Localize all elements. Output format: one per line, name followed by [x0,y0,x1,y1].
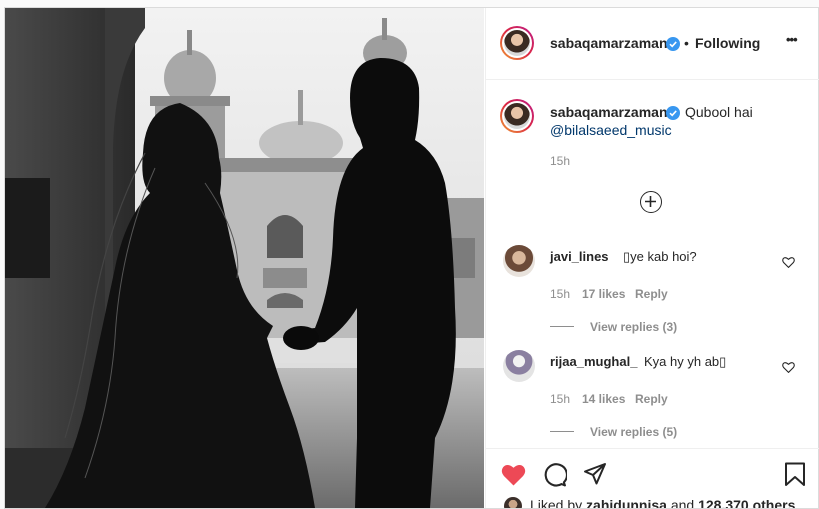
comment-likes[interactable]: 14 likes [582,392,625,406]
liked-by-prefix: Liked by [530,497,587,508]
comment-reply-button[interactable]: Reply [635,392,668,406]
replies-divider [550,431,574,432]
liked-by-others[interactable]: 128,370 others [698,497,795,508]
plus-icon [645,196,656,207]
verified-badge-icon [666,37,680,51]
save-bookmark-icon[interactable] [784,462,806,487]
following-button[interactable]: Following [695,35,760,51]
caption-mention-link[interactable]: @bilalsaeed_music [550,122,672,138]
caption-username[interactable]: sabaqamarzaman [550,104,668,120]
commenter-avatar[interactable] [503,350,535,382]
more-options-icon[interactable]: ••• [786,32,798,47]
caption-text: Qubool hai [685,104,753,120]
replies-divider [550,326,574,327]
liked-by-middle: and [666,497,699,508]
comment-username[interactable]: rijaa_mughal_ [550,354,637,369]
load-more-comments-button[interactable] [640,191,662,213]
comment-item: javi_lines ▯ye kab hoi? 15h 17 likes Rep… [486,241,819,334]
header-separator: • [684,35,689,51]
comment-item: rijaa_mughal_ Kya hy yh ab▯ 15h 14 likes… [486,346,819,439]
comment-username[interactable]: javi_lines [550,249,609,264]
author-username[interactable]: sabaqamarzaman [550,35,668,51]
heart-outline-icon[interactable] [782,361,795,373]
heart-outline-icon[interactable] [782,256,795,268]
view-replies-button[interactable]: View replies (5) [590,425,677,439]
liker-avatar[interactable] [504,497,522,508]
comment-text: Kya hy yh ab▯ [644,354,727,369]
verified-badge-icon [666,106,680,120]
liked-by-line: Liked by zahidunnisa and 128,370 others [486,495,819,508]
liked-by-text: Liked by zahidunnisa and 128,370 others [530,497,795,508]
comment-time: 15h [550,392,571,406]
post-dialog: sabaqamarzaman • Following ••• sabaqamar… [4,7,819,509]
commenter-avatar[interactable] [503,245,535,277]
comment-reply-button[interactable]: Reply [635,287,668,301]
comment-icon[interactable] [542,462,567,487]
share-icon[interactable] [583,462,607,486]
comment-text: ▯ye kab hoi? [623,249,697,264]
comment-likes[interactable]: 17 likes [582,287,625,301]
liked-by-user[interactable]: zahidunnisa [586,497,667,508]
view-replies-button[interactable]: View replies (3) [590,320,677,334]
caption-time: 15h [550,154,571,168]
post-side-panel: sabaqamarzaman • Following ••• sabaqamar… [485,8,819,508]
caption-avatar[interactable] [500,99,534,133]
heart-filled-icon[interactable] [501,463,526,486]
comment-time: 15h [550,287,571,301]
post-photo[interactable] [5,8,484,508]
post-header: sabaqamarzaman • Following ••• [486,8,819,80]
wedding-silhouette-image [5,8,484,508]
author-avatar[interactable] [500,26,534,60]
